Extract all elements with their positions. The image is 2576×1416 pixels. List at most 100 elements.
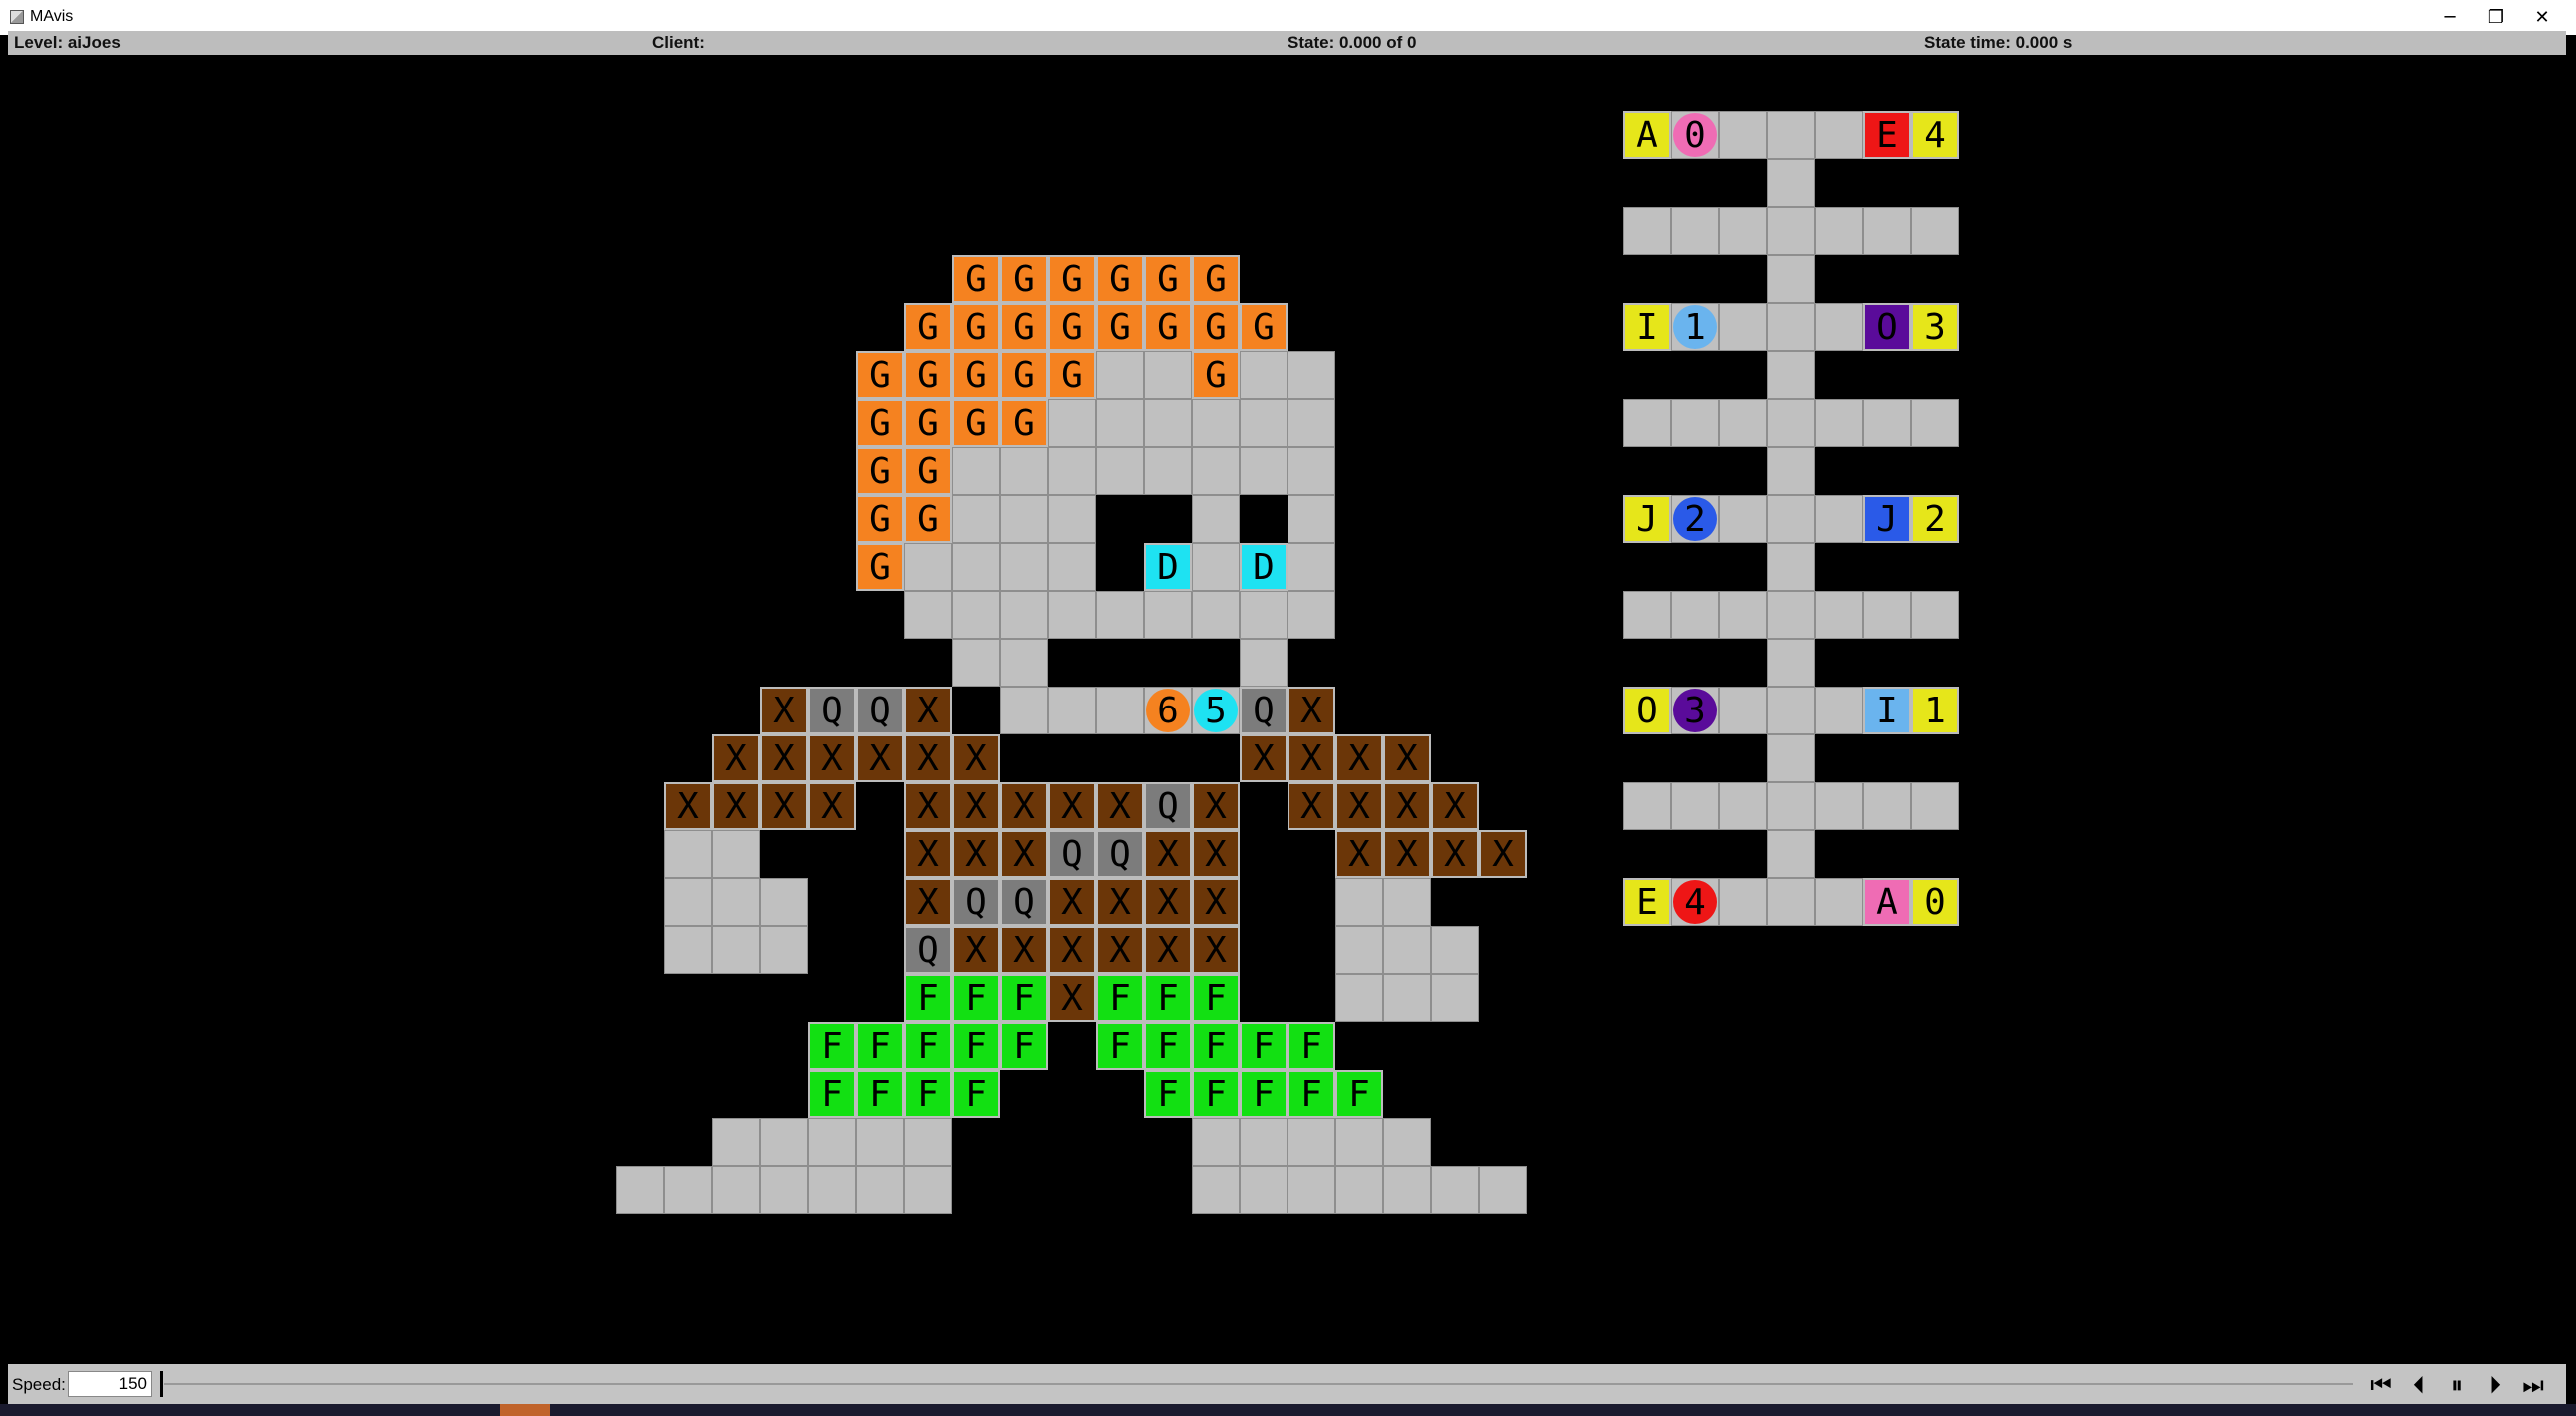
box-x: X [760,782,808,830]
box-x: X [1335,830,1383,878]
floor-tile [1767,159,1815,207]
skip-end-button[interactable]: ⏭ [2515,1370,2551,1400]
floor-tile [1383,878,1431,926]
skip-start-button[interactable]: ⏮ [2363,1370,2399,1400]
box-x: X [952,830,1000,878]
floor-tile [1431,1166,1479,1214]
floor-tile [1767,303,1815,351]
step-back-button[interactable]: ⏴ [2401,1370,2437,1400]
floor-tile [712,926,760,974]
app-icon [10,10,24,24]
box-x: X [1335,734,1383,782]
box-x: X [1000,782,1048,830]
floor-tile [712,1166,760,1214]
floor-tile [856,1118,904,1166]
floor-tile [1096,591,1144,639]
box-x: X [1096,878,1144,926]
floor-tile [904,1166,952,1214]
floor-tile [904,591,952,639]
speed-input[interactable] [68,1371,152,1397]
floor-tile [712,830,760,878]
floor-tile [1096,447,1144,495]
floor-tile [664,830,712,878]
agent-6: 6 [1146,689,1190,732]
box-x: X [1048,926,1096,974]
floor-tile [1815,782,1863,830]
box-x: X [1192,830,1240,878]
box-x: X [1096,926,1144,974]
floor-tile [1431,974,1479,1022]
close-button[interactable]: ✕ [2519,0,2565,35]
box-x: X [904,878,952,926]
floor-tile [760,1118,808,1166]
goal-box-g: G [904,303,952,351]
goal-box-g: G [856,399,904,447]
floor-tile [1048,399,1096,447]
box-q: Q [1000,878,1048,926]
box-f: F [1192,1070,1240,1118]
box-f: F [1144,974,1192,1022]
floor-tile [1192,1166,1240,1214]
floor-tile [808,1118,856,1166]
agent-3-cell: 3 [1671,687,1719,734]
box-x: X [904,830,952,878]
pause-button[interactable]: ⏸ [2439,1370,2475,1400]
goal-box-g: G [856,351,904,399]
playback-bar: Speed: ⏮ ⏴ ⏸ ⏵ ⏭ [8,1364,2566,1404]
floor-tile [1144,447,1192,495]
floor-tile [1767,207,1815,255]
floor-tile [1288,495,1335,543]
box-f: F [904,1070,952,1118]
box-i: I [1863,687,1911,734]
floor-tile [1719,878,1767,926]
floor-tile [712,1118,760,1166]
box-x: X [1000,926,1048,974]
box-x: X [664,782,712,830]
box-e: E [1863,111,1911,159]
box-f: F [1096,1022,1144,1070]
floor-tile [952,447,1000,495]
speed-label: Speed: [12,1375,66,1394]
floor-tile [1048,447,1096,495]
box-f: F [1240,1070,1288,1118]
floor-tile [1335,1166,1383,1214]
floor-tile [1719,687,1767,734]
floor-tile [1623,207,1671,255]
agent-1-cell: 1 [1671,303,1719,351]
floor-tile [1719,399,1767,447]
floor-tile [1383,926,1431,974]
floor-tile [1815,591,1863,639]
floor-tile [1863,782,1911,830]
box-e: E [1623,878,1671,926]
floor-tile [952,591,1000,639]
status-infobar: Level: aiJoes Client: State: 0.000 of 0 … [8,31,2566,55]
floor-tile [1144,399,1192,447]
window-title: MAvis [30,8,74,25]
floor-tile [1767,687,1815,734]
timeline-slider-handle[interactable] [160,1371,163,1397]
minimize-button[interactable]: ─ [2427,0,2473,35]
box-x: X [1335,782,1383,830]
floor-tile [664,926,712,974]
goal-box-g: G [856,447,904,495]
floor-tile [1863,207,1911,255]
timeline-slider[interactable] [164,1383,2353,1385]
restore-button[interactable]: ❐ [2473,0,2519,35]
step-forward-button[interactable]: ⏵ [2477,1370,2513,1400]
floor-tile [1815,399,1863,447]
box-x: X [1048,974,1096,1022]
box-x: X [760,687,808,734]
floor-tile [1240,399,1288,447]
goal-box-g: G [1240,303,1288,351]
goal-box-g: G [904,399,952,447]
goal-box-g: G [1192,351,1240,399]
floor-tile [1288,351,1335,399]
floor-tile [1288,399,1335,447]
box-x: X [1048,878,1096,926]
floor-tile [1288,1118,1335,1166]
box-x: X [1431,782,1479,830]
floor-tile [1863,591,1911,639]
box-x: X [712,734,760,782]
agent-6-cell: 6 [1144,687,1192,734]
box-x: X [952,734,1000,782]
